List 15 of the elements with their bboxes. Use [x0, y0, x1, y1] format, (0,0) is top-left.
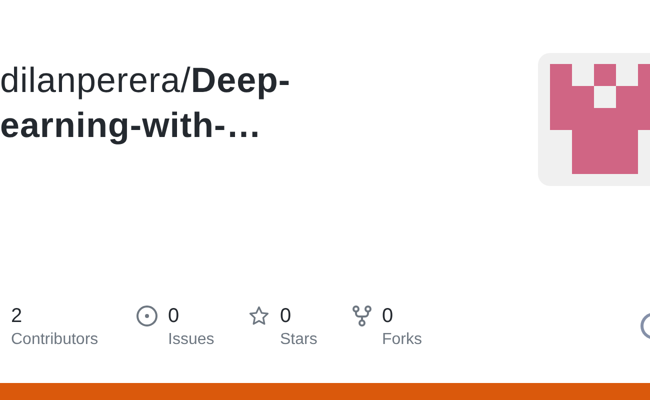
issue-icon	[136, 305, 158, 327]
star-icon	[248, 305, 270, 327]
stat-count: 0	[280, 304, 292, 329]
avatar-icon	[640, 312, 650, 340]
stat-label: Issues	[168, 330, 214, 350]
repo-owner: dilanperera/	[0, 61, 191, 100]
stat-count: 0	[168, 304, 180, 329]
stat-label: Contributors	[11, 330, 98, 350]
repo-name: earning-with-…	[0, 106, 262, 145]
fork-icon	[352, 305, 372, 327]
repo-name: Deep-	[190, 61, 291, 100]
stat-count: 0	[382, 304, 394, 329]
stat-label: Forks	[382, 330, 422, 350]
stat-label: Stars	[280, 330, 318, 350]
stat-count: 2	[11, 304, 24, 329]
